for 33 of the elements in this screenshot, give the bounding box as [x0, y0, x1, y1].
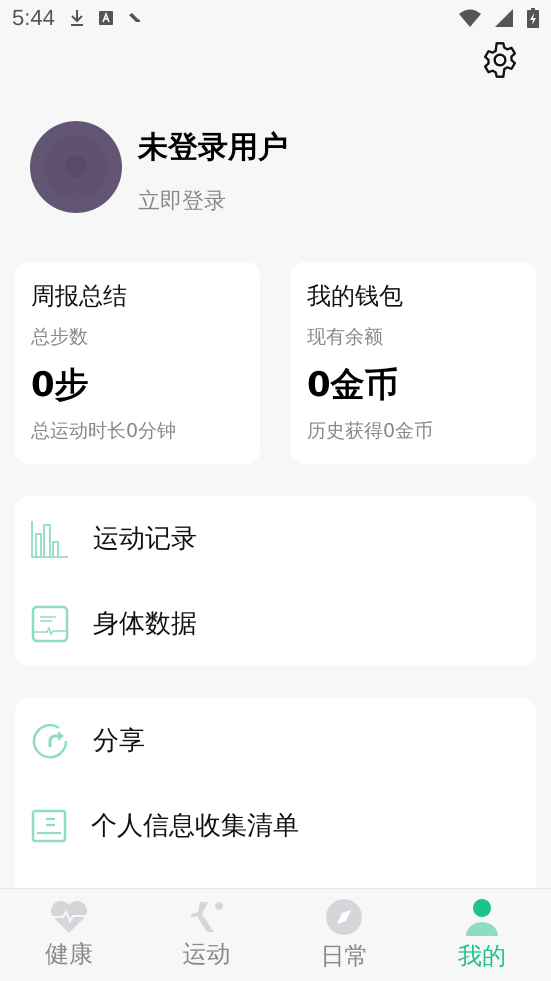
- download-icon: [68, 9, 85, 27]
- signal-icon: [495, 9, 513, 27]
- status-time: 5:44: [12, 5, 55, 31]
- menu-label: 身体数据: [93, 608, 197, 641]
- card-title: 我的钱包: [307, 281, 404, 312]
- card-footer: 总运动时长0分钟: [31, 418, 244, 444]
- card-subtitle: 现有余额: [307, 325, 384, 350]
- card-value: 0金币: [307, 364, 400, 407]
- card-footer: 历史获得0金币: [307, 418, 520, 444]
- menu-label: 运动记录: [93, 523, 197, 556]
- menu-item[interactable]: 个人信息收集清单: [31, 783, 520, 868]
- app-icon: [98, 11, 113, 25]
- wifi-icon: [459, 9, 481, 27]
- card-value: 0步: [31, 364, 90, 407]
- heart-icon: [50, 900, 88, 934]
- avatar[interactable]: [30, 120, 122, 212]
- health-monitor-icon: [31, 604, 69, 642]
- share-icon: [31, 722, 69, 760]
- document-icon: [31, 808, 67, 842]
- card-title: 周报总结: [31, 281, 128, 312]
- menu-label: 个人信息收集清单: [91, 810, 299, 843]
- summary-card[interactable]: 周报总结 总步数 0步 总运动时长0分钟: [15, 262, 260, 464]
- compass-icon: [325, 898, 364, 936]
- user-name: 未登录用户: [138, 129, 288, 167]
- bar-chart-icon: [31, 520, 69, 558]
- menu-item[interactable]: 分享: [31, 698, 520, 783]
- runner-icon: [188, 900, 226, 934]
- summary-card[interactable]: 我的钱包 现有余额 0金币 历史获得0金币: [291, 262, 536, 464]
- card-subtitle: 总步数: [31, 325, 89, 350]
- battery-icon: [527, 8, 539, 28]
- menu-item[interactable]: 身体数据: [31, 581, 520, 666]
- menu-item[interactable]: 运动记录: [31, 496, 520, 581]
- menu-label: 分享: [93, 725, 145, 758]
